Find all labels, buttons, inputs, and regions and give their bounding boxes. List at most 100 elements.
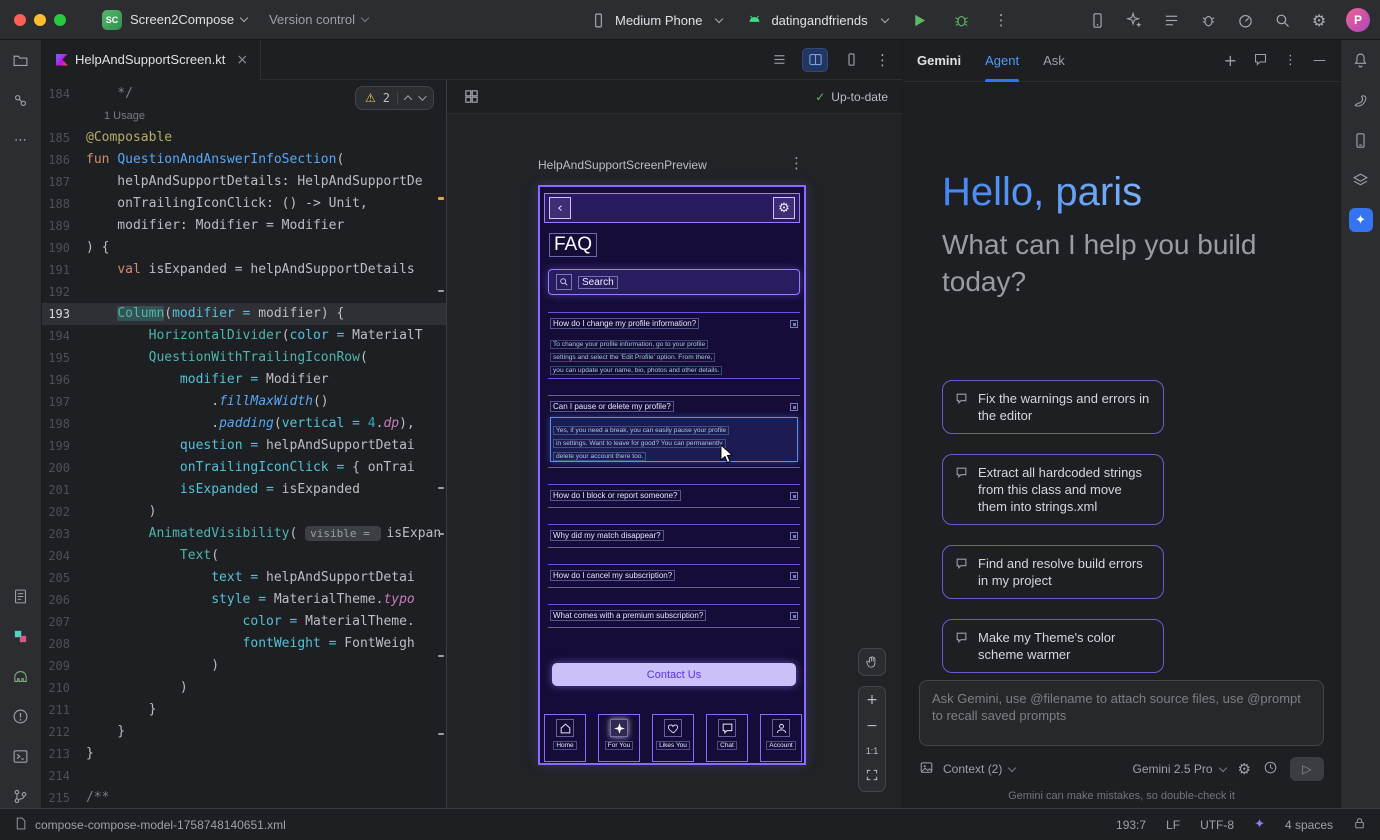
editor-tab[interactable]: HelpAndSupportScreen.kt × [42, 40, 261, 80]
code-editor[interactable]: 184 */1 Usage185@Composable186fun Questi… [42, 80, 446, 808]
gemini-prompt-input[interactable] [932, 690, 1311, 736]
close-tab-icon[interactable]: × [236, 52, 248, 68]
minimize-window-button[interactable] [34, 14, 46, 26]
caret-position[interactable]: 193:7 [1116, 818, 1146, 832]
run-config-selector[interactable]: datingandfriends [744, 10, 887, 30]
search-icon[interactable] [1272, 10, 1292, 30]
faq-item[interactable]: What comes with a premium subscription? [548, 604, 800, 628]
code-line[interactable]: 209 ) [42, 655, 446, 677]
device-selector[interactable]: Medium Phone [588, 10, 722, 30]
code-line[interactable]: 211 } [42, 699, 446, 721]
code-line[interactable]: 202 ) [42, 501, 446, 523]
suggestion-card[interactable]: Make my Theme's color scheme warmer [942, 619, 1164, 673]
stripe-mark[interactable] [438, 487, 444, 489]
code-line[interactable]: 185@Composable [42, 127, 446, 149]
expand-toggle-icon[interactable] [790, 532, 798, 540]
zoom-out-button[interactable]: − [866, 719, 878, 733]
nav-item-account[interactable]: Account [760, 714, 802, 762]
code-line[interactable]: 205 text = helpAndSupportDetai [42, 567, 446, 589]
run-button[interactable] [910, 10, 930, 30]
warning-stripe-mark[interactable] [438, 197, 444, 200]
file-encoding[interactable]: UTF-8 [1200, 818, 1234, 832]
settings-button[interactable]: ⚙ [773, 197, 795, 219]
bug-report-icon[interactable] [1198, 10, 1218, 30]
status-file-name[interactable]: compose-compose-model-1758748140651.xml [35, 818, 286, 832]
device-mirror-icon[interactable] [1087, 10, 1107, 30]
code-line[interactable]: 194 HorizontalDivider(color = MaterialT [42, 325, 446, 347]
device-manager-icon[interactable] [1349, 128, 1373, 152]
new-chat-icon[interactable]: + [1224, 51, 1237, 70]
tab-ask[interactable]: Ask [1043, 40, 1065, 82]
stripe-mark[interactable] [438, 290, 444, 292]
back-button[interactable]: ‹ [549, 197, 571, 219]
gemini-status-icon[interactable]: ✦ [1254, 817, 1265, 832]
code-line[interactable]: 204 Text( [42, 545, 446, 567]
code-line[interactable]: 208 fontWeight = FontWeigh [42, 633, 446, 655]
indent-setting[interactable]: 4 spaces [1285, 818, 1333, 832]
send-button[interactable]: ▷ [1290, 757, 1324, 781]
faq-item[interactable]: How do I cancel my subscription? [548, 564, 800, 588]
panel-options-icon[interactable]: ⋮ [1284, 53, 1297, 68]
notifications-icon[interactable] [1349, 48, 1373, 72]
model-selector[interactable]: Gemini 2.5 Pro [1133, 762, 1226, 776]
commit-graph-icon[interactable] [9, 88, 33, 112]
build-icon[interactable] [9, 664, 33, 688]
expand-toggle-icon[interactable] [790, 320, 798, 328]
stripe-mark[interactable] [438, 533, 444, 535]
prompt-history-icon[interactable] [1263, 760, 1278, 778]
more-tool-windows-icon[interactable]: ⋯ [9, 128, 33, 152]
pan-tool-button[interactable] [858, 648, 886, 676]
code-line[interactable]: 198 .padding(vertical = 4.dp), [42, 413, 446, 435]
nav-item-chat[interactable]: Chat [706, 714, 748, 762]
code-line[interactable]: 196 modifier = Modifier [42, 369, 446, 391]
expand-toggle-icon[interactable] [790, 572, 798, 580]
code-line[interactable]: 197 .fillMaxWidth() [42, 391, 446, 413]
vcs-menu[interactable]: Version control [269, 12, 368, 27]
code-line[interactable]: 188 onTrailingIconClick: () -> Unit, [42, 193, 446, 215]
code-line[interactable]: 214 [42, 765, 446, 787]
code-line[interactable]: 215/** [42, 787, 446, 808]
code-line[interactable]: 186fun QuestionAndAnswerInfoSection( [42, 149, 446, 171]
faq-item[interactable]: How do I block or report someone? [548, 484, 800, 508]
editor-more-button[interactable]: ⋮ [875, 51, 890, 69]
stripe-mark[interactable] [438, 733, 444, 735]
todo-list-icon[interactable] [1161, 10, 1181, 30]
maximize-window-button[interactable] [54, 14, 66, 26]
run-more-options-button[interactable]: ⋮ [994, 11, 1009, 29]
zoom-in-button[interactable]: + [866, 693, 878, 707]
search-bar[interactable]: Search [548, 269, 800, 295]
zoom-to-fit-button[interactable] [865, 768, 879, 785]
contact-us-button[interactable]: Contact Us [552, 663, 796, 686]
code-line[interactable]: 206 style = MaterialTheme.typo [42, 589, 446, 611]
code-line[interactable]: 213} [42, 743, 446, 765]
inspection-widget[interactable]: ⚠ 2 [355, 86, 434, 110]
debug-button[interactable] [952, 10, 972, 30]
problems-icon[interactable] [9, 704, 33, 728]
code-line[interactable]: 195 QuestionWithTrailingIconRow( [42, 347, 446, 369]
user-avatar[interactable]: P [1346, 8, 1370, 32]
previous-warning-icon[interactable] [404, 95, 412, 103]
code-line[interactable]: 191 val isExpanded = helpAndSupportDetai… [42, 259, 446, 281]
error-stripe[interactable] [436, 80, 446, 808]
nav-item-home[interactable]: Home [544, 714, 586, 762]
layers-icon[interactable] [1349, 168, 1373, 192]
phone-preview[interactable]: ‹ ⚙ FAQ Search How do I change my profil… [538, 185, 806, 765]
code-line[interactable]: 210 ) [42, 677, 446, 699]
code-view-button[interactable] [767, 49, 791, 71]
code-line[interactable]: 212 } [42, 721, 446, 743]
expand-toggle-icon[interactable] [790, 403, 798, 411]
code-line[interactable]: 193 Column(modifier = modifier) { [42, 303, 446, 325]
app-quality-insights-icon[interactable] [9, 624, 33, 648]
expand-toggle-icon[interactable] [790, 492, 798, 500]
faq-item[interactable]: Why did my match disappear? [548, 524, 800, 548]
logcat-icon[interactable] [9, 584, 33, 608]
gradle-icon[interactable] [1349, 88, 1373, 112]
suggestion-card[interactable]: Extract all hardcoded strings from this … [942, 454, 1164, 525]
zoom-level[interactable]: 1:1 [866, 746, 879, 756]
hide-panel-icon[interactable]: — [1313, 53, 1326, 68]
suggestion-card[interactable]: Fix the warnings and errors in the edito… [942, 380, 1164, 434]
suggestion-card[interactable]: Find and resolve build errors in my proj… [942, 545, 1164, 599]
lock-icon[interactable] [1353, 817, 1366, 833]
version-control-icon[interactable] [9, 784, 33, 808]
preview-canvas[interactable]: HelpAndSupportScreenPreview ⋮ ‹ ⚙ FAQ Se… [447, 114, 902, 808]
